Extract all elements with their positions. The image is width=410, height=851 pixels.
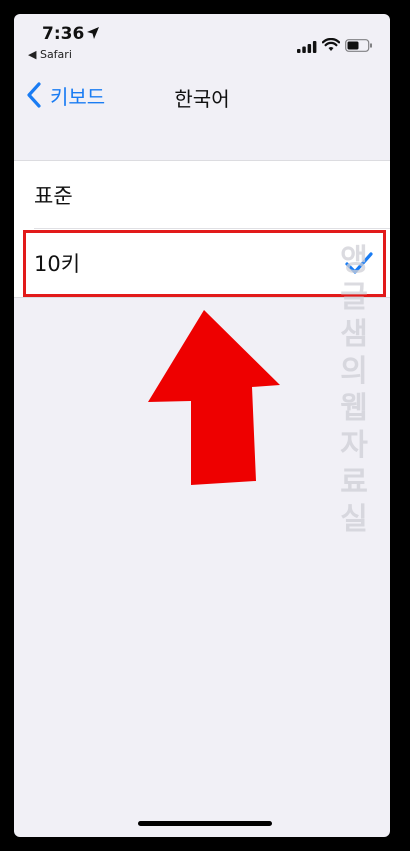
location-arrow-icon (87, 27, 99, 39)
page-title: 한국어 (174, 87, 230, 111)
cellular-signal-icon (297, 41, 317, 53)
navigation-bar: 키보드 한국어 (14, 72, 390, 116)
highlight-box (23, 230, 386, 297)
list-item-label: 표준 (34, 184, 73, 208)
status-time: 7:36 (42, 24, 85, 44)
back-to-safari-link[interactable]: ◀ Safari (28, 48, 72, 61)
phone-screen: 7:36 ◀ Safari 키보드 한국어 표준 10키 앵글샘의웹자료실 (14, 14, 390, 837)
list-item-standard[interactable]: 표준 (14, 161, 390, 229)
battery-icon (345, 39, 372, 52)
home-indicator[interactable] (138, 821, 272, 826)
watermark: 앵글샘의웹자료실 (340, 243, 368, 537)
arrow-up-icon (148, 310, 280, 485)
wifi-icon (322, 38, 340, 51)
status-bar: 7:36 ◀ Safari (14, 14, 390, 76)
